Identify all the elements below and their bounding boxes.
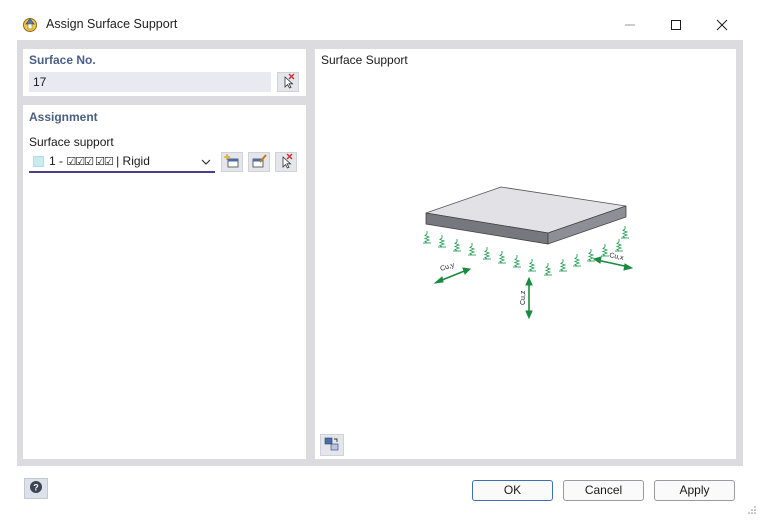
minimize-button[interactable] xyxy=(607,12,653,38)
maximize-button[interactable] xyxy=(653,12,699,38)
plate xyxy=(425,186,627,245)
dialog-client-area: Surface No. 17 Assignment Surface suppor… xyxy=(17,40,743,466)
view-options-icon xyxy=(324,436,340,455)
cancel-button[interactable]: Cancel xyxy=(563,480,644,501)
ok-button[interactable]: OK xyxy=(472,480,553,501)
assignment-heading: Assignment xyxy=(29,110,98,124)
maximize-icon xyxy=(670,19,682,31)
edit-icon xyxy=(251,153,267,172)
app-icon xyxy=(21,15,39,33)
help-button[interactable]: ? xyxy=(24,478,48,499)
preview-heading: Surface Support xyxy=(321,53,408,67)
new-support-button[interactable] xyxy=(221,152,243,172)
support-flags: ☑☑☑ ☑☑ xyxy=(66,156,113,168)
pick-cursor-icon xyxy=(278,153,294,172)
minimize-icon xyxy=(624,19,636,31)
pick-support-button[interactable] xyxy=(275,152,297,172)
support-preview-graphic: Cu,y Cu,z Cu,x xyxy=(422,186,634,320)
surface-support-label: Surface support xyxy=(29,135,114,149)
support-name: | Rigid xyxy=(116,154,150,168)
chevron-down-icon xyxy=(201,156,211,170)
window-title: Assign Surface Support xyxy=(46,17,178,31)
cuy-label: Cu,y xyxy=(439,262,455,273)
resize-grip[interactable] xyxy=(748,503,756,517)
surface-no-panel: Surface No. 17 xyxy=(23,49,306,96)
pick-cursor-icon xyxy=(280,73,296,92)
assignment-panel: Assignment Surface support 1 - ☑☑☑ ☑☑ | … xyxy=(23,105,306,459)
cux-label: Cu,x xyxy=(609,252,625,262)
axis-arrows xyxy=(433,256,634,320)
surface-no-heading: Surface No. xyxy=(29,53,96,67)
view-options-button[interactable] xyxy=(320,434,344,456)
new-icon xyxy=(223,152,240,172)
apply-button[interactable]: Apply xyxy=(654,480,735,501)
svg-text:?: ? xyxy=(33,483,39,493)
close-button[interactable] xyxy=(699,12,745,38)
close-icon xyxy=(716,19,728,31)
surface-no-field[interactable]: 17 xyxy=(29,72,271,92)
cuz-label: Cu,z xyxy=(520,290,527,305)
pick-surface-button[interactable] xyxy=(277,72,299,92)
support-color-swatch xyxy=(33,156,44,167)
surface-support-preview-panel: Surface Support Cu,y Cu,z Cu,x xyxy=(315,49,736,459)
support-number: 1 - xyxy=(49,154,64,168)
support-combo-text: 1 - ☑☑☑ ☑☑ | Rigid xyxy=(49,154,150,168)
help-icon: ? xyxy=(29,480,43,497)
surface-support-combo[interactable]: 1 - ☑☑☑ ☑☑ | Rigid xyxy=(29,151,215,173)
edit-support-button[interactable] xyxy=(248,152,270,172)
